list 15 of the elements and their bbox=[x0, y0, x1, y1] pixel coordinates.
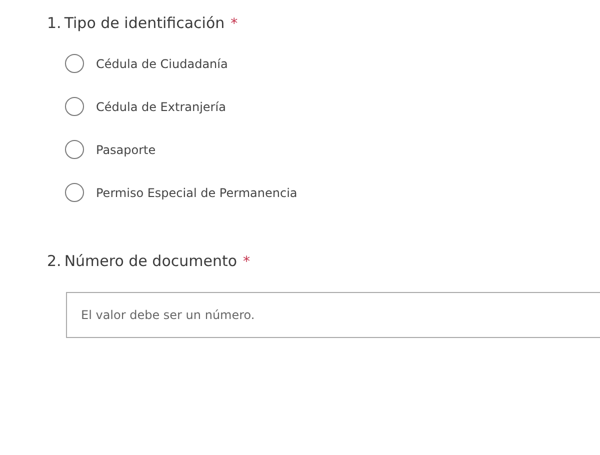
input-field[interactable]: El valor debe ser un número. bbox=[66, 292, 600, 338]
radio-option[interactable]: Pasaporte bbox=[65, 140, 600, 159]
radio-button[interactable] bbox=[65, 183, 84, 202]
radio-option[interactable]: Cédula de Extranjería bbox=[65, 97, 600, 116]
radio-button[interactable] bbox=[65, 140, 84, 159]
question-title: Número de documento bbox=[64, 252, 238, 270]
required-asterisk: * bbox=[230, 16, 238, 32]
radio-option[interactable]: Permiso Especial de Permanencia bbox=[65, 183, 600, 202]
radio-button[interactable] bbox=[65, 54, 84, 73]
radio-button[interactable] bbox=[65, 97, 84, 116]
radio-option[interactable]: Cédula de Ciudadanía bbox=[65, 54, 600, 73]
question-number: 1. bbox=[47, 14, 62, 32]
question-title: Tipo de identificación bbox=[64, 14, 225, 32]
required-asterisk: * bbox=[243, 254, 250, 270]
question-number: 2. bbox=[47, 252, 62, 270]
